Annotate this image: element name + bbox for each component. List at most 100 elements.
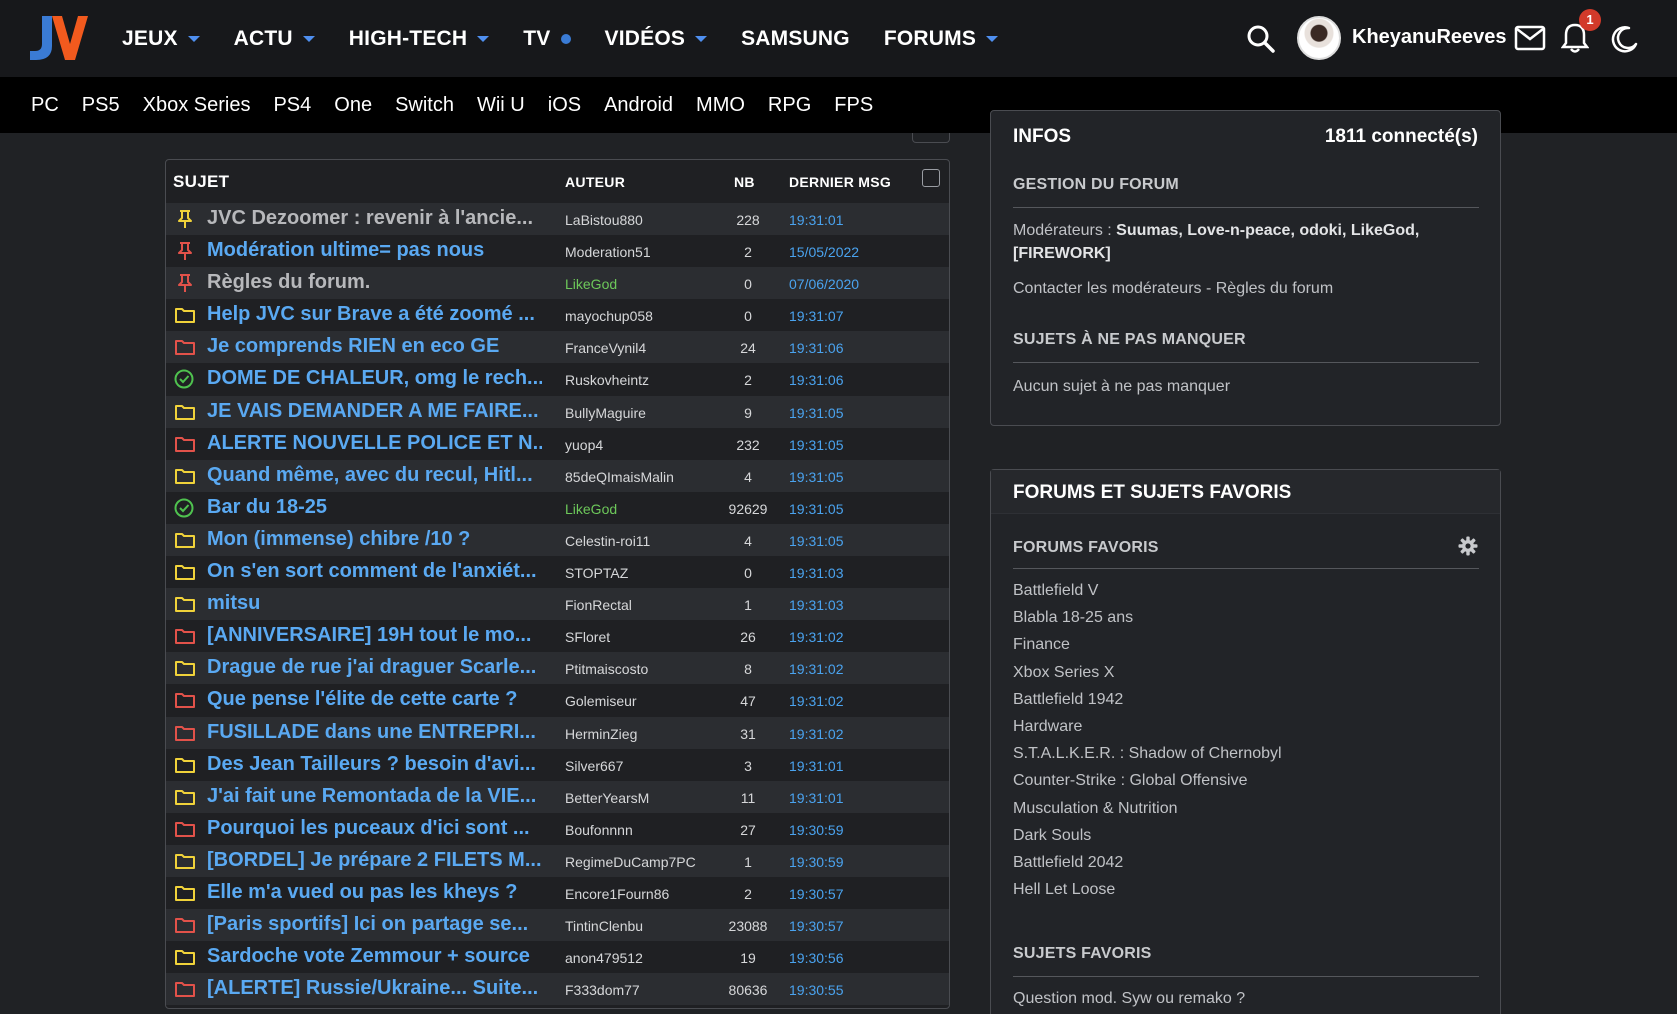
topic-last-message-link[interactable]: 19:31:05: [789, 533, 844, 549]
topic-author[interactable]: BullyMaguire: [565, 405, 646, 421]
topic-author[interactable]: Golemiseur: [565, 693, 637, 709]
topic-title-link[interactable]: Drague de rue j'ai draguer Scarle...: [207, 656, 542, 679]
topic-title-link[interactable]: [BORDEL] Je prépare 2 FILETS M...: [207, 849, 542, 872]
platform-link[interactable]: One: [334, 94, 372, 117]
username[interactable]: KheyanuReeves: [1352, 26, 1507, 49]
platform-link[interactable]: RPG: [768, 94, 811, 117]
topic-last-message-link[interactable]: 19:31:05: [789, 469, 844, 485]
topic-last-message-link[interactable]: 19:31:06: [789, 372, 844, 388]
topic-last-message-link[interactable]: 19:30:59: [789, 854, 844, 870]
platform-link[interactable]: Android: [604, 94, 673, 117]
topic-last-message-link[interactable]: 19:31:01: [789, 212, 844, 228]
platform-link[interactable]: PS4: [273, 94, 311, 117]
topic-last-message-link[interactable]: 19:31:03: [789, 597, 844, 613]
favorite-forum-link[interactable]: Dark Souls: [1013, 827, 1091, 845]
platform-link[interactable]: Xbox Series: [143, 94, 251, 117]
nav-item-actu[interactable]: ACTU: [234, 27, 315, 51]
topic-author[interactable]: TintinClenbu: [565, 918, 643, 934]
platform-link[interactable]: FPS: [834, 94, 873, 117]
platform-link[interactable]: PS5: [82, 94, 120, 117]
topic-title-link[interactable]: J'ai fait une Remontada de la VIE...: [207, 785, 542, 808]
topic-author[interactable]: FranceVynil4: [565, 340, 646, 356]
topic-author[interactable]: SFloret: [565, 629, 610, 645]
topic-last-message-link[interactable]: 19:30:55: [789, 982, 844, 998]
topic-last-message-link[interactable]: 19:31:05: [789, 501, 844, 517]
topic-author[interactable]: Boufonnnn: [565, 822, 633, 838]
topic-author[interactable]: Moderation51: [565, 244, 651, 260]
topic-author[interactable]: HerminZieg: [565, 726, 637, 742]
topic-author[interactable]: Celestin-roi11: [565, 533, 650, 549]
favorite-forum-link[interactable]: Battlefield V: [1013, 582, 1098, 600]
topic-last-message-link[interactable]: 19:31:02: [789, 726, 844, 742]
jv-logo[interactable]: [28, 14, 88, 62]
favorite-forum-link[interactable]: Finance: [1013, 636, 1070, 654]
topic-title-link[interactable]: Modération ultime= pas nous: [207, 239, 542, 262]
topic-last-message-link[interactable]: 19:31:05: [789, 437, 844, 453]
topic-title-link[interactable]: Règles du forum.: [207, 271, 542, 294]
favorite-forum-link[interactable]: S.T.A.L.K.E.R. : Shadow of Chernobyl: [1013, 745, 1282, 763]
moderators-list[interactable]: Suumas, Love-n-peace, odoki, LikeGod,: [1116, 222, 1419, 239]
favorite-forum-link[interactable]: Musculation & Nutrition: [1013, 800, 1178, 818]
topic-title-link[interactable]: Des Jean Tailleurs ? besoin d'avi...: [207, 753, 542, 776]
topic-last-message-link[interactable]: 19:31:02: [789, 629, 844, 645]
topic-title-link[interactable]: FUSILLADE dans une ENTREPRI...: [207, 721, 542, 744]
topic-title-link[interactable]: Bar du 18-25: [207, 496, 542, 519]
topic-title-link[interactable]: Que pense l'élite de cette carte ?: [207, 688, 542, 711]
topic-title-link[interactable]: Help JVC sur Brave a été zoomé ...: [207, 303, 542, 326]
favorite-forum-link[interactable]: Xbox Series X: [1013, 664, 1114, 682]
topic-author[interactable]: yuop4: [565, 437, 603, 453]
nav-item-samsung[interactable]: SAMSUNG: [741, 27, 850, 51]
avatar[interactable]: [1297, 16, 1341, 60]
platform-link[interactable]: MMO: [696, 94, 745, 117]
topic-last-message-link[interactable]: 15/05/2022: [789, 244, 859, 260]
topic-title-link[interactable]: [Paris sportifs] Ici on partage se...: [207, 913, 542, 936]
topic-author[interactable]: RegimeDuCamp7PC: [565, 854, 696, 870]
topic-title-link[interactable]: [ALERTE] Russie/Ukraine... Suite...: [207, 977, 542, 1000]
platform-link[interactable]: Switch: [395, 94, 454, 117]
scroll-handle[interactable]: [912, 133, 950, 143]
topic-author[interactable]: Silver667: [565, 758, 623, 774]
topic-title-link[interactable]: Quand même, avec du recul, Hitl...: [207, 464, 542, 487]
topic-author[interactable]: F333dom77: [565, 982, 640, 998]
topic-title-link[interactable]: Pourquoi les puceaux d'ici sont ...: [207, 817, 542, 840]
forum-rules-link[interactable]: Règles du forum: [1216, 280, 1333, 297]
favorite-forum-link[interactable]: Battlefield 1942: [1013, 691, 1123, 709]
platform-link[interactable]: iOS: [548, 94, 581, 117]
contact-moderators-link[interactable]: Contacter les modérateurs: [1013, 280, 1202, 297]
topic-last-message-link[interactable]: 07/06/2020: [789, 276, 859, 292]
search-icon[interactable]: [1246, 24, 1276, 54]
topic-author[interactable]: LikeGod: [565, 276, 617, 292]
moderators-list-cont[interactable]: [FIREWORK]: [1013, 245, 1111, 262]
topic-author[interactable]: BetterYearsM: [565, 790, 649, 806]
topic-title-link[interactable]: Elle m'a vued ou pas les kheys ?: [207, 881, 542, 904]
topic-author[interactable]: 85deQImaisMalin: [565, 469, 674, 485]
topic-last-message-link[interactable]: 19:31:02: [789, 661, 844, 677]
topic-last-message-link[interactable]: 19:31:05: [789, 405, 844, 421]
topic-title-link[interactable]: On s'en sort comment de l'anxiét...: [207, 560, 542, 583]
topic-author[interactable]: mayochup058: [565, 308, 653, 324]
nav-item-jeux[interactable]: JEUX: [122, 27, 200, 51]
topic-title-link[interactable]: ALERTE NOUVELLE POLICE ET N...: [207, 432, 542, 455]
platform-link[interactable]: PC: [31, 94, 59, 117]
favorite-forum-link[interactable]: Battlefield 2042: [1013, 854, 1123, 872]
nav-item-high-tech[interactable]: HIGH-TECH: [349, 27, 490, 51]
favorite-forum-link[interactable]: Hell Let Loose: [1013, 881, 1115, 899]
topic-author[interactable]: Ptitmaiscosto: [565, 661, 648, 677]
select-all-checkbox[interactable]: [922, 169, 940, 187]
nav-item-tv[interactable]: TV: [523, 27, 571, 51]
topic-last-message-link[interactable]: 19:31:01: [789, 758, 844, 774]
topic-last-message-link[interactable]: 19:31:01: [789, 790, 844, 806]
moon-icon[interactable]: [1609, 24, 1639, 54]
topic-last-message-link[interactable]: 19:31:06: [789, 340, 844, 356]
topic-title-link[interactable]: [ANNIVERSAIRE] 19H tout le mo...: [207, 624, 542, 647]
mail-icon[interactable]: [1514, 24, 1546, 52]
topic-title-link[interactable]: Sardoche vote Zemmour + source: [207, 945, 542, 968]
topic-last-message-link[interactable]: 19:30:59: [789, 822, 844, 838]
topic-last-message-link[interactable]: 19:30:57: [789, 918, 844, 934]
topic-author[interactable]: LikeGod: [565, 501, 617, 517]
favorite-topic-link[interactable]: Question mod. Syw ou remako ?: [1013, 990, 1245, 1008]
nav-item-forums[interactable]: FORUMS: [884, 27, 999, 51]
topic-title-link[interactable]: DOME DE CHALEUR, omg le rech...: [207, 367, 542, 390]
topic-last-message-link[interactable]: 19:30:57: [789, 886, 844, 902]
favorite-forum-link[interactable]: Counter-Strike : Global Offensive: [1013, 772, 1247, 790]
